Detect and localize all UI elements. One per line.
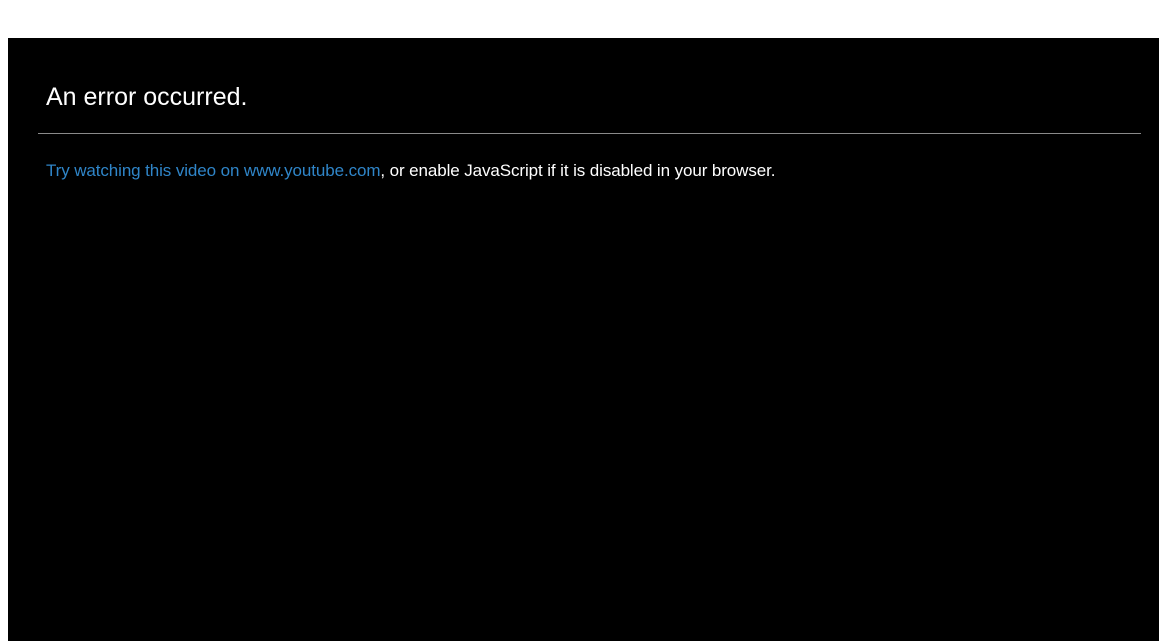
error-message: Try watching this video on www.youtube.c… <box>46 160 775 182</box>
error-message-rest: , or enable JavaScript if it is disabled… <box>380 161 776 180</box>
error-title: An error occurred. <box>46 83 248 111</box>
divider <box>38 133 1141 134</box>
video-player-error-panel: An error occurred. Try watching this vid… <box>8 38 1159 641</box>
youtube-link[interactable]: Try watching this video on www.youtube.c… <box>46 161 380 180</box>
